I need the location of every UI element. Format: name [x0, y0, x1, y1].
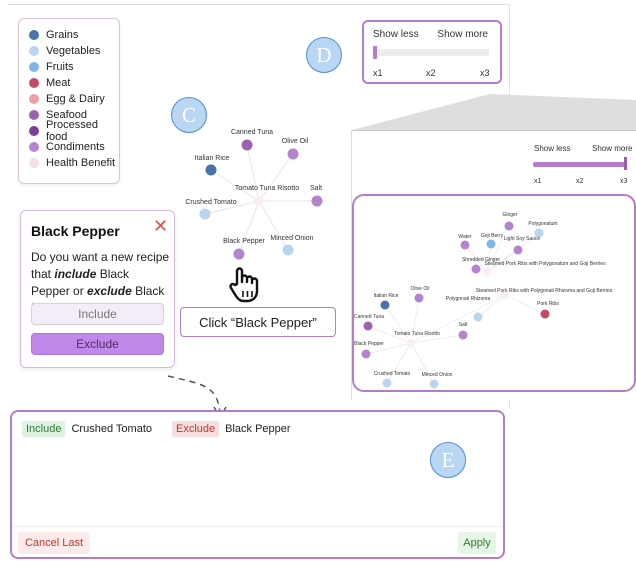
- exclude-tag: Exclude: [172, 421, 220, 437]
- dashed-arrow-line: [167, 375, 221, 415]
- exclude-value: Black Pepper: [225, 423, 291, 435]
- constraint-tags: Include Crushed Tomato Exclude Black Pep…: [22, 421, 291, 437]
- constraint-panel: Include Crushed Tomato Exclude Black Pep…: [10, 410, 505, 559]
- apply-button[interactable]: Apply: [458, 532, 496, 554]
- divider: [12, 526, 503, 527]
- include-value: Crushed Tomato: [71, 423, 152, 435]
- include-tag: Include: [22, 421, 66, 437]
- cancel-last-button[interactable]: Cancel Last: [18, 532, 90, 554]
- label-e: E: [430, 442, 466, 478]
